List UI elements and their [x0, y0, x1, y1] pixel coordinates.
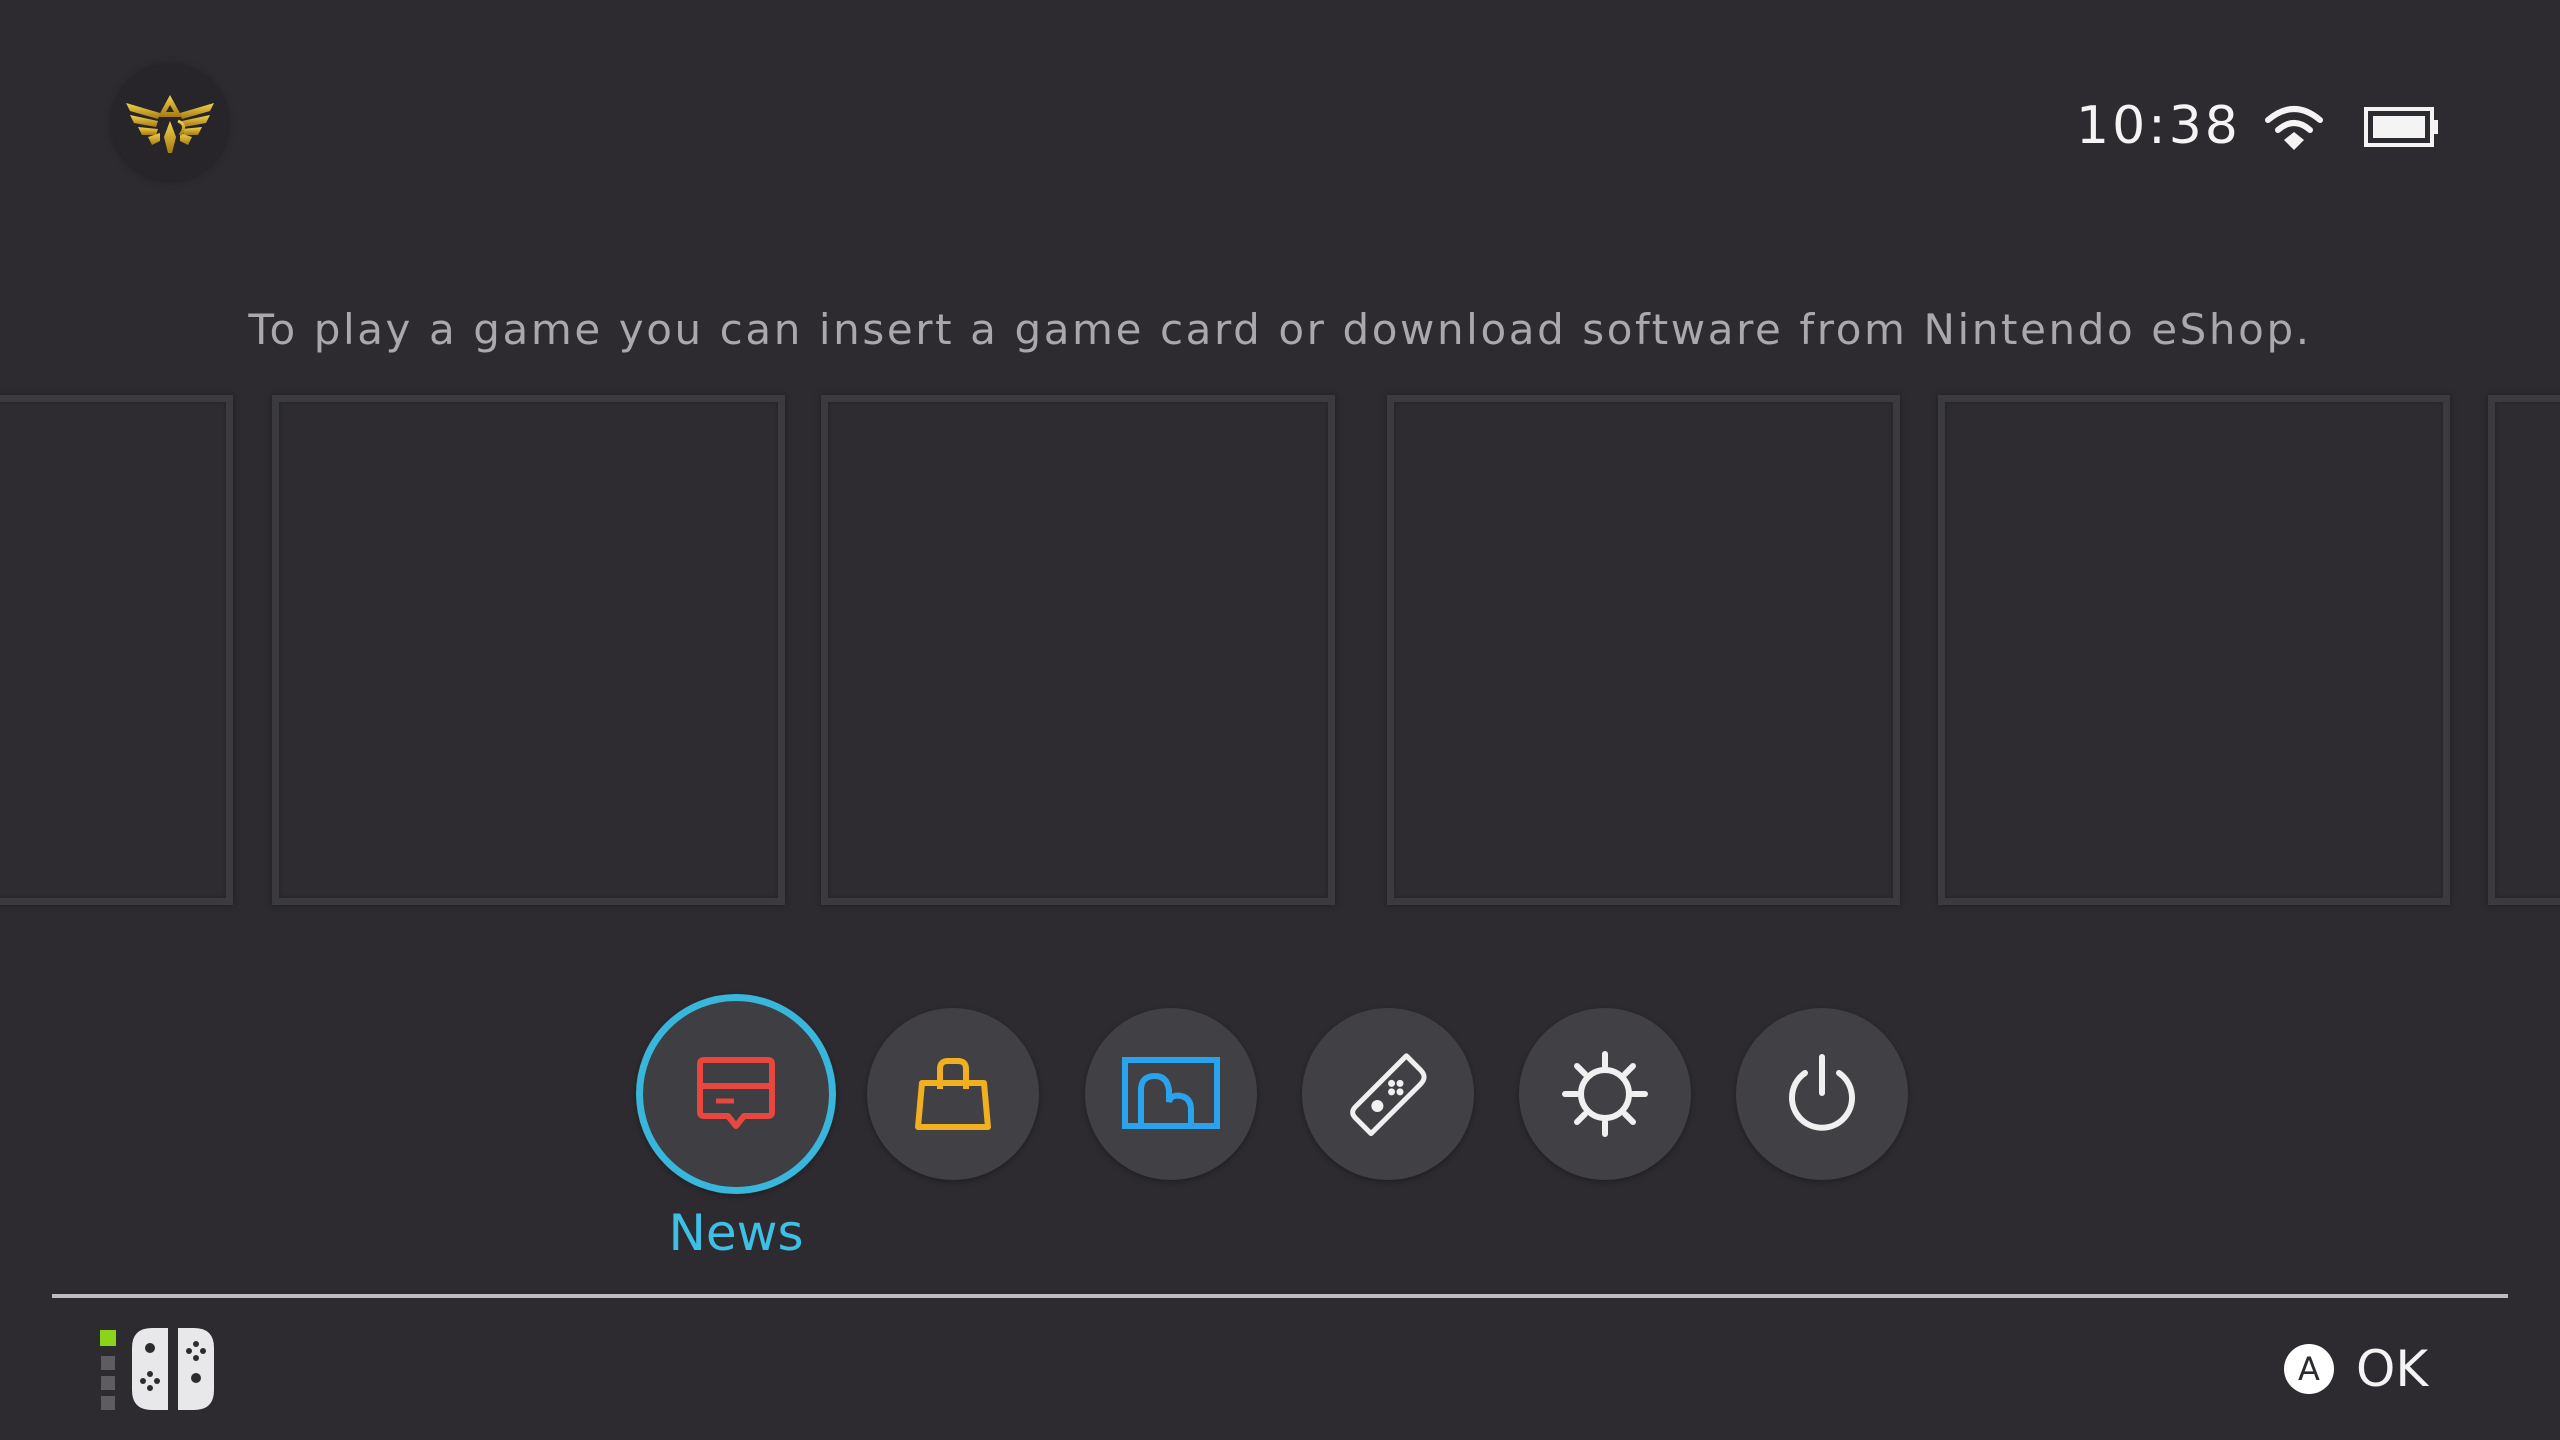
power-icon: [1789, 1054, 1855, 1131]
power-button[interactable]: [1736, 1008, 1908, 1180]
battery-icon: [2364, 107, 2438, 147]
hylian-crest-icon: [126, 95, 214, 153]
player-led-2: [101, 1356, 115, 1370]
news-button[interactable]: [636, 994, 836, 1194]
player-led-1: [100, 1330, 116, 1346]
hint-text: To play a game you can insert a game car…: [248, 305, 2312, 354]
news-icon: [697, 1057, 775, 1129]
album-button[interactable]: [1085, 1008, 1257, 1180]
ok-action[interactable]: A OK: [2284, 1340, 2428, 1398]
joycons-icon[interactable]: [130, 1326, 216, 1412]
selected-menu-label: News: [668, 1204, 804, 1262]
game-slot[interactable]: [0, 395, 233, 905]
ok-label: OK: [2356, 1340, 2429, 1398]
game-slot[interactable]: [272, 395, 785, 905]
controllers-button[interactable]: [1302, 1008, 1474, 1180]
player-led-3: [101, 1376, 115, 1390]
eshop-button[interactable]: [867, 1008, 1039, 1180]
clock: 10:38: [2076, 96, 2241, 156]
album-icon: [1122, 1057, 1220, 1129]
footer-divider: [52, 1294, 2508, 1298]
user-avatar[interactable]: [112, 65, 228, 181]
game-slot[interactable]: [1938, 395, 2450, 905]
gear-icon: [1562, 1051, 1648, 1137]
game-slot[interactable]: [1387, 395, 1900, 905]
game-slot[interactable]: [821, 395, 1335, 905]
settings-button[interactable]: [1519, 1008, 1691, 1180]
player-led-4: [101, 1396, 115, 1410]
game-slot[interactable]: [2488, 395, 2560, 905]
joycon-icon: [1350, 1053, 1427, 1137]
shopping-bag-icon: [915, 1058, 991, 1130]
a-button-icon: A: [2284, 1344, 2334, 1394]
wifi-icon: [2265, 106, 2323, 150]
player-indicator: [100, 1330, 116, 1410]
